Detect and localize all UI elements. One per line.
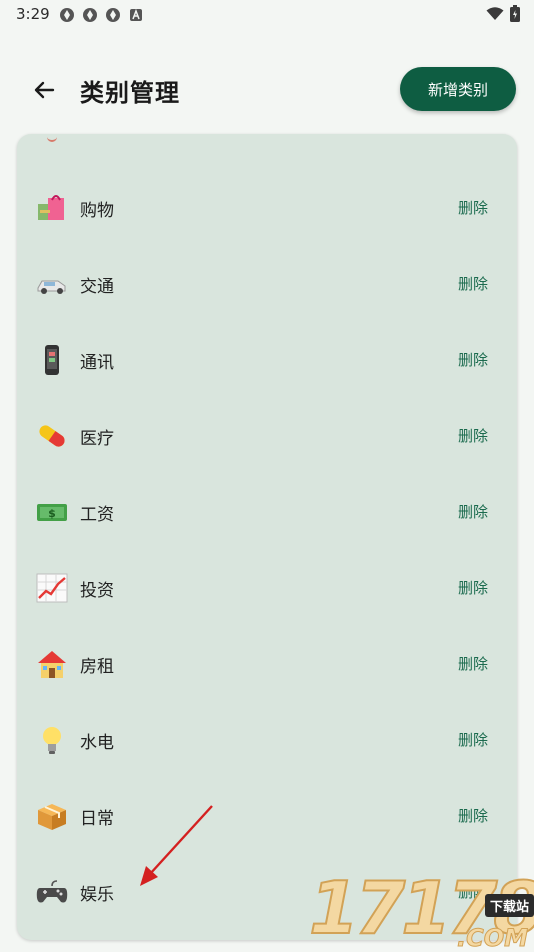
category-row: 房租 删除 <box>17 625 517 701</box>
font-notification-icon <box>127 6 144 23</box>
car-icon <box>35 267 69 301</box>
game-controller-icon <box>35 875 69 909</box>
app-bar: 类别管理 新增类别 <box>0 60 534 120</box>
arrow-left-icon <box>34 81 55 99</box>
back-button[interactable] <box>28 74 60 106</box>
category-row: 交通 删除 <box>17 245 517 321</box>
battery-icon <box>510 5 520 26</box>
delete-button[interactable]: 删除 <box>458 349 488 370</box>
delete-button[interactable]: 删除 <box>458 881 488 902</box>
house-icon <box>35 647 69 681</box>
svg-text:$: $ <box>48 507 56 520</box>
shopping-bags-icon <box>35 191 69 225</box>
money-icon: $ <box>35 495 69 529</box>
category-list[interactable]: 购物 删除 交通 删除 通讯 删除 医疗 删除 $ 工资 删除 投资 删除 房租… <box>17 134 517 940</box>
delete-button[interactable]: 删除 <box>458 729 488 750</box>
add-category-button[interactable]: 新增类别 <box>400 67 516 111</box>
mobile-phone-icon <box>35 343 69 377</box>
category-name: 工资 <box>80 505 114 525</box>
app-notification-icon <box>104 6 121 23</box>
light-bulb-icon <box>35 723 69 757</box>
scrolled-item-edge <box>47 136 57 142</box>
category-name: 房租 <box>80 657 114 677</box>
category-row: 水电 删除 <box>17 701 517 777</box>
category-row: 通讯 删除 <box>17 321 517 397</box>
pill-icon <box>35 419 69 453</box>
delete-button[interactable]: 删除 <box>458 273 488 294</box>
system-status-icons <box>486 5 520 26</box>
notification-icons <box>58 6 144 23</box>
category-row: 医疗 删除 <box>17 397 517 473</box>
category-name: 医疗 <box>80 429 114 449</box>
package-icon <box>35 799 69 833</box>
delete-button[interactable]: 删除 <box>458 425 488 446</box>
delete-button[interactable]: 删除 <box>458 805 488 826</box>
status-bar: 3:29 <box>0 0 534 30</box>
app-notification-icon <box>81 6 98 23</box>
category-row: 日常 删除 <box>17 777 517 853</box>
category-name: 日常 <box>80 809 114 829</box>
chart-increasing-icon <box>35 571 69 605</box>
page-title: 类别管理 <box>80 79 180 107</box>
delete-button[interactable]: 删除 <box>458 197 488 218</box>
category-name: 水电 <box>80 733 114 753</box>
category-row: 投资 删除 <box>17 549 517 625</box>
status-time: 3:29 <box>16 5 50 23</box>
category-row: 购物 删除 <box>17 169 517 245</box>
delete-button[interactable]: 删除 <box>458 653 488 674</box>
category-row: $ 工资 删除 <box>17 473 517 549</box>
category-name: 娱乐 <box>80 885 114 905</box>
category-name: 购物 <box>80 201 114 221</box>
category-name: 交通 <box>80 277 114 297</box>
delete-button[interactable]: 删除 <box>458 577 488 598</box>
wifi-icon <box>486 6 504 25</box>
category-name: 投资 <box>80 581 114 601</box>
category-name: 通讯 <box>80 353 114 373</box>
delete-button[interactable]: 删除 <box>458 501 488 522</box>
category-row: 娱乐 删除 <box>17 853 517 929</box>
app-notification-icon <box>58 6 75 23</box>
